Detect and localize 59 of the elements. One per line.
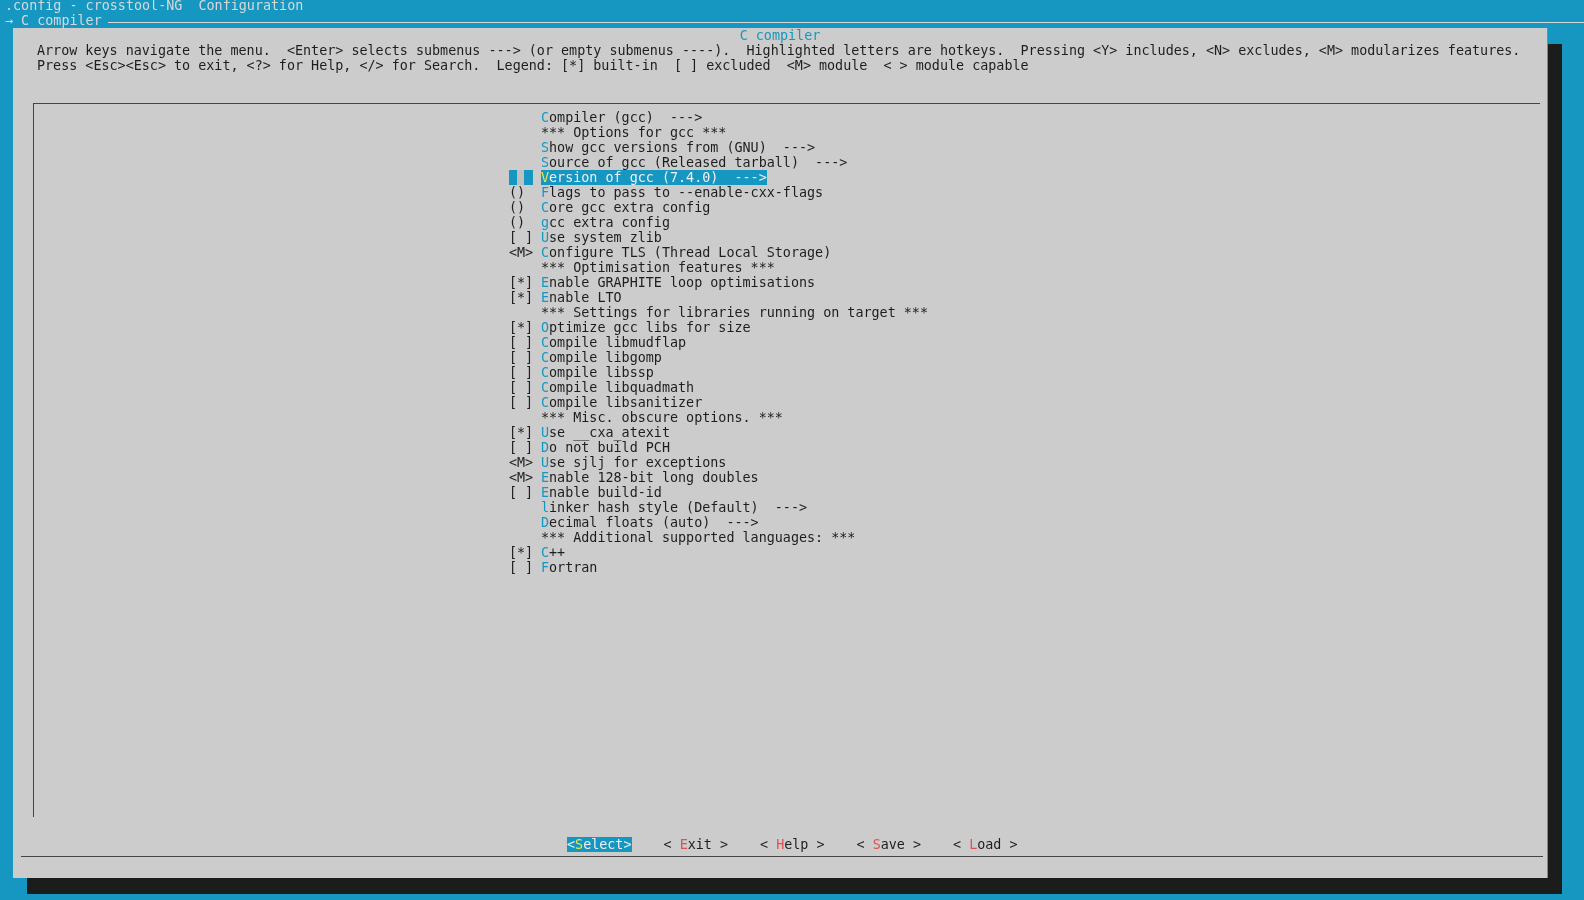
- option-state: <M>: [509, 455, 535, 470]
- dialog-button[interactable]: < Save >: [856, 837, 921, 852]
- menu-item[interactable]: Source of gcc (Released tarball) --->: [541, 155, 848, 170]
- option-state: [*]: [509, 320, 535, 335]
- menu-item[interactable]: Enable 128-bit long doubles: [541, 470, 759, 485]
- option-state: [ ]: [509, 440, 535, 455]
- dialog-button[interactable]: < Load >: [953, 837, 1018, 852]
- menu-item[interactable]: C++: [541, 545, 566, 560]
- option-state: [*]: [509, 425, 535, 440]
- help-text: Press <Esc><Esc> to exit, <?> for Help, </> for Search. Legend: [*] built-in [ ] excluded <M> module < > module capable: [37, 58, 1029, 73]
- menu-item[interactable]: Flags to pass to --enable-cxx-flags: [541, 185, 824, 200]
- option-state: (): [509, 215, 527, 230]
- menu-item[interactable]: Use sjlj for exceptions: [541, 455, 727, 470]
- menu-item[interactable]: Compile libssp: [541, 365, 654, 380]
- option-state: (): [509, 185, 527, 200]
- option-state: [ ]: [509, 380, 535, 395]
- option-state: [ ]: [509, 560, 535, 575]
- option-state: [*]: [509, 275, 535, 290]
- section-comment: *** Optimisation features ***: [541, 260, 775, 275]
- dialog-title: C compiler: [739, 28, 821, 43]
- menu-item[interactable]: gcc extra config: [541, 215, 670, 230]
- section-comment: *** Options for gcc ***: [541, 125, 727, 140]
- option-state: (): [509, 200, 527, 215]
- menu-item[interactable]: Compiler (gcc) --->: [541, 110, 703, 125]
- menu-item[interactable]: Enable GRAPHITE loop optimisations: [541, 275, 816, 290]
- window-title: .config - crosstool-NG Configuration: [4, 0, 305, 14]
- section-comment: *** Settings for libraries running on target ***: [541, 305, 928, 320]
- dialog-button[interactable]: < Exit >: [663, 837, 728, 852]
- help-text: Arrow keys navigate the menu. <Enter> selects submenus ---> (or empty submenus ----). Highlighted letters are hotkeys. Pressing <Y> includes, <N> excludes, <M> modularizes features.: [37, 43, 1521, 58]
- option-state: <M>: [509, 470, 535, 485]
- option-state: <M>: [509, 245, 535, 260]
- menu-item[interactable]: Compile libmudflap: [541, 335, 687, 350]
- option-state: [ ]: [509, 365, 535, 380]
- menu-item[interactable]: Decimal floats (auto) --->: [541, 515, 759, 530]
- menu-item[interactable]: linker hash style (Default) --->: [541, 500, 808, 515]
- menu-item[interactable]: Configure TLS (Thread Local Storage): [541, 245, 832, 260]
- menu-item[interactable]: Show gcc versions from (GNU) --->: [541, 140, 816, 155]
- option-state: [ ]: [509, 230, 535, 245]
- option-state: [*]: [509, 290, 535, 305]
- menu-item[interactable]: Compile libsanitizer: [541, 395, 703, 410]
- option-state: [*]: [509, 545, 535, 560]
- dialog-button[interactable]: < Help >: [760, 837, 825, 852]
- menu-item[interactable]: Core gcc extra config: [541, 200, 711, 215]
- breadcrumb: → C compiler: [5, 15, 102, 27]
- menu-item[interactable]: Do not build PCH: [541, 440, 670, 455]
- menu-item[interactable]: Compile libgomp: [541, 350, 662, 365]
- menu-item[interactable]: Fortran: [541, 560, 598, 575]
- option-state: [ ]: [509, 350, 535, 365]
- menu-item[interactable]: Use __cxa_atexit: [541, 425, 670, 440]
- menu-item[interactable]: Enable build-id: [541, 485, 662, 500]
- menu-item[interactable]: Enable LTO: [541, 290, 622, 305]
- option-state: [ ]: [509, 395, 535, 410]
- menu-item[interactable]: Compile libquadmath: [541, 380, 695, 395]
- menu-item[interactable]: Optimize gcc libs for size: [541, 320, 751, 335]
- option-state: [ ]: [509, 335, 535, 350]
- option-state: [ ]: [509, 485, 535, 500]
- section-comment: *** Misc. obscure options. ***: [541, 410, 783, 425]
- section-comment: *** Additional supported languages: ***: [541, 530, 856, 545]
- menu-item[interactable]: Use system zlib: [541, 230, 662, 245]
